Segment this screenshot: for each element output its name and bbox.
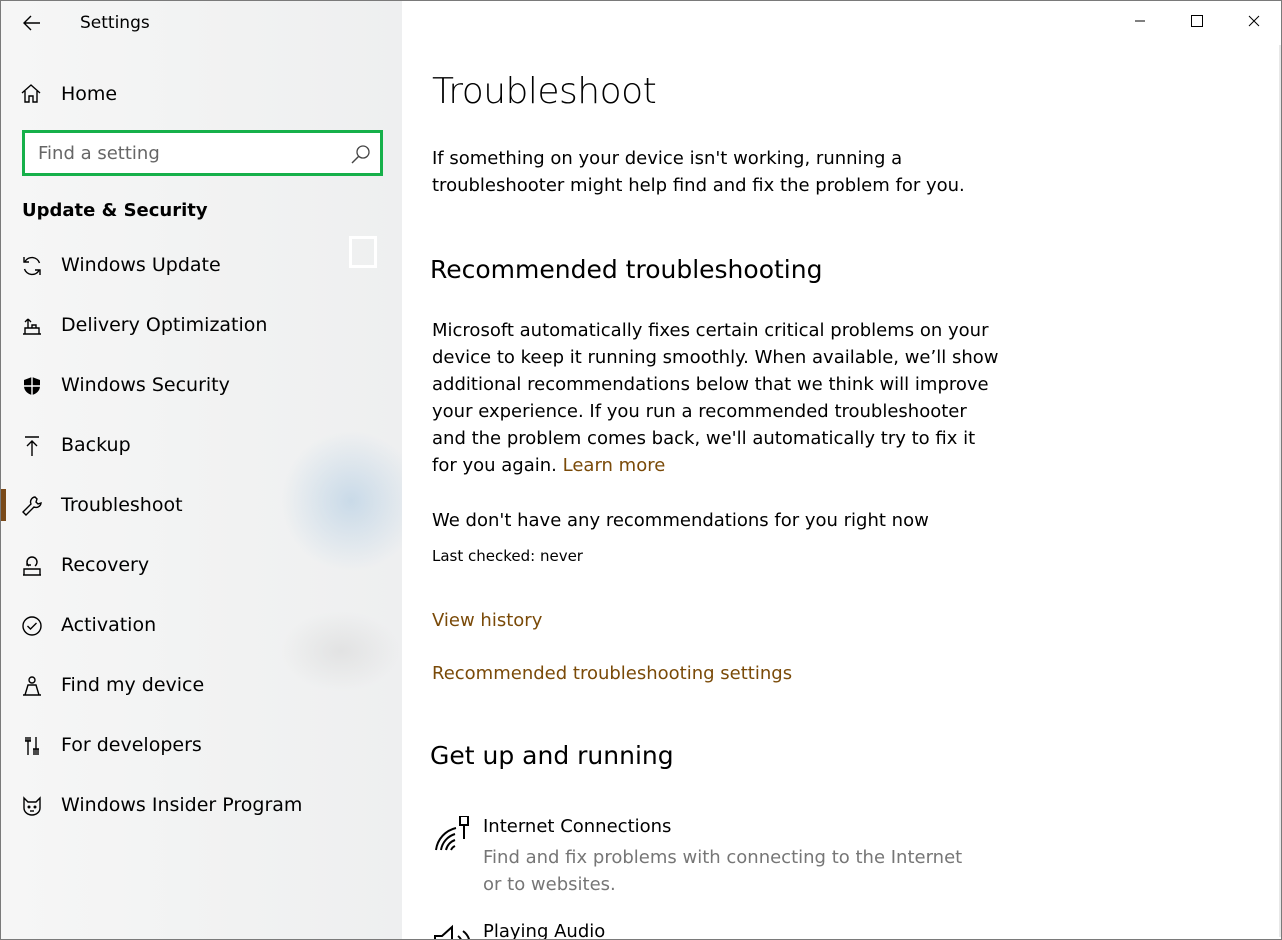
main-content: Troubleshoot If something on your device…	[402, 1, 1282, 939]
sync-icon	[21, 255, 43, 277]
sidebar-item-find-my-device[interactable]: Find my device	[1, 662, 402, 710]
home-icon	[19, 82, 43, 106]
sidebar-item-label: Troubleshoot	[61, 494, 183, 516]
back-button[interactable]	[17, 9, 47, 37]
sidebar-item-label: For developers	[61, 734, 202, 756]
settings-window: Settings Home Update & Security Windows …	[0, 0, 1282, 940]
sidebar-item-label: Activation	[61, 614, 156, 636]
wrench-icon	[21, 495, 43, 517]
sidebar-item-windows-security[interactable]: Windows Security	[1, 362, 402, 410]
sidebar-item-activation[interactable]: Activation	[1, 602, 402, 650]
sidebar-item-label: Recovery	[61, 554, 149, 576]
developer-tools-icon	[21, 735, 43, 757]
sidebar-item-recovery[interactable]: Recovery	[1, 542, 402, 590]
search-icon[interactable]	[350, 143, 372, 169]
minimize-icon	[1134, 15, 1146, 27]
sidebar-item-label: Windows Update	[61, 254, 221, 276]
shield-icon	[21, 375, 43, 397]
recovery-icon	[21, 555, 43, 577]
delivery-optimization-icon	[21, 315, 43, 337]
backup-arrow-icon	[21, 435, 43, 457]
no-recommendations-text: We don't have any recommendations for yo…	[432, 510, 929, 531]
sidebar-item-label: Find my device	[61, 674, 204, 696]
intro-text: If something on your device isn't workin…	[432, 145, 992, 199]
sidebar-item-label: Windows Security	[61, 374, 230, 396]
view-history-link[interactable]: View history	[432, 610, 542, 631]
search-box[interactable]	[22, 130, 383, 176]
troubleshooter-playing-audio[interactable]: Playing Audio	[432, 921, 992, 940]
learn-more-link[interactable]: Learn more	[563, 455, 666, 476]
recommended-description: Microsoft automatically fixes certain cr…	[432, 317, 1002, 479]
back-arrow-icon	[23, 15, 41, 31]
sidebar-item-troubleshoot[interactable]: Troubleshoot	[1, 482, 402, 530]
troubleshooter-description: Find and fix problems with connecting to…	[483, 844, 983, 898]
wifi-signal-icon	[432, 816, 472, 856]
troubleshooter-name: Playing Audio	[483, 921, 605, 940]
sidebar-item-windows-update[interactable]: Windows Update	[1, 242, 402, 290]
section-title: Update & Security	[22, 200, 208, 221]
scrollbar[interactable]	[1279, 45, 1281, 937]
close-button[interactable]	[1225, 1, 1282, 41]
search-input[interactable]	[38, 139, 338, 167]
recommended-heading: Recommended troubleshooting	[430, 255, 822, 284]
sidebar: Settings Home Update & Security Windows …	[1, 1, 402, 939]
recommended-settings-link[interactable]: Recommended troubleshooting settings	[432, 663, 792, 684]
sidebar-home[interactable]: Home	[19, 79, 117, 109]
sidebar-item-label: Delivery Optimization	[61, 314, 267, 336]
sidebar-item-label: Windows Insider Program	[61, 794, 302, 816]
sidebar-item-windows-insider-program[interactable]: Windows Insider Program	[1, 782, 402, 830]
speaker-icon	[432, 924, 472, 940]
sidebar-item-backup[interactable]: Backup	[1, 422, 402, 470]
troubleshooter-name: Internet Connections	[483, 816, 671, 837]
maximize-icon	[1191, 15, 1203, 27]
app-title: Settings	[80, 13, 150, 33]
home-label: Home	[61, 83, 117, 105]
close-icon	[1248, 15, 1260, 27]
minimize-button[interactable]	[1111, 1, 1168, 41]
sidebar-item-label: Backup	[61, 434, 131, 456]
get-up-and-running-heading: Get up and running	[430, 741, 674, 770]
recommended-body-text: Microsoft automatically fixes certain cr…	[432, 320, 998, 476]
active-indicator	[1, 489, 6, 521]
page-title: Troubleshoot	[432, 71, 656, 112]
insider-cat-icon	[21, 795, 43, 817]
sidebar-item-delivery-optimization[interactable]: Delivery Optimization	[1, 302, 402, 350]
window-controls	[1111, 1, 1282, 41]
maximize-button[interactable]	[1168, 1, 1225, 41]
sidebar-item-for-developers[interactable]: For developers	[1, 722, 402, 770]
check-circle-icon	[21, 615, 43, 637]
last-checked-text: Last checked: never	[432, 547, 583, 565]
person-location-icon	[21, 675, 43, 697]
troubleshooter-internet-connections[interactable]: Internet Connections Find and fix proble…	[432, 816, 992, 896]
